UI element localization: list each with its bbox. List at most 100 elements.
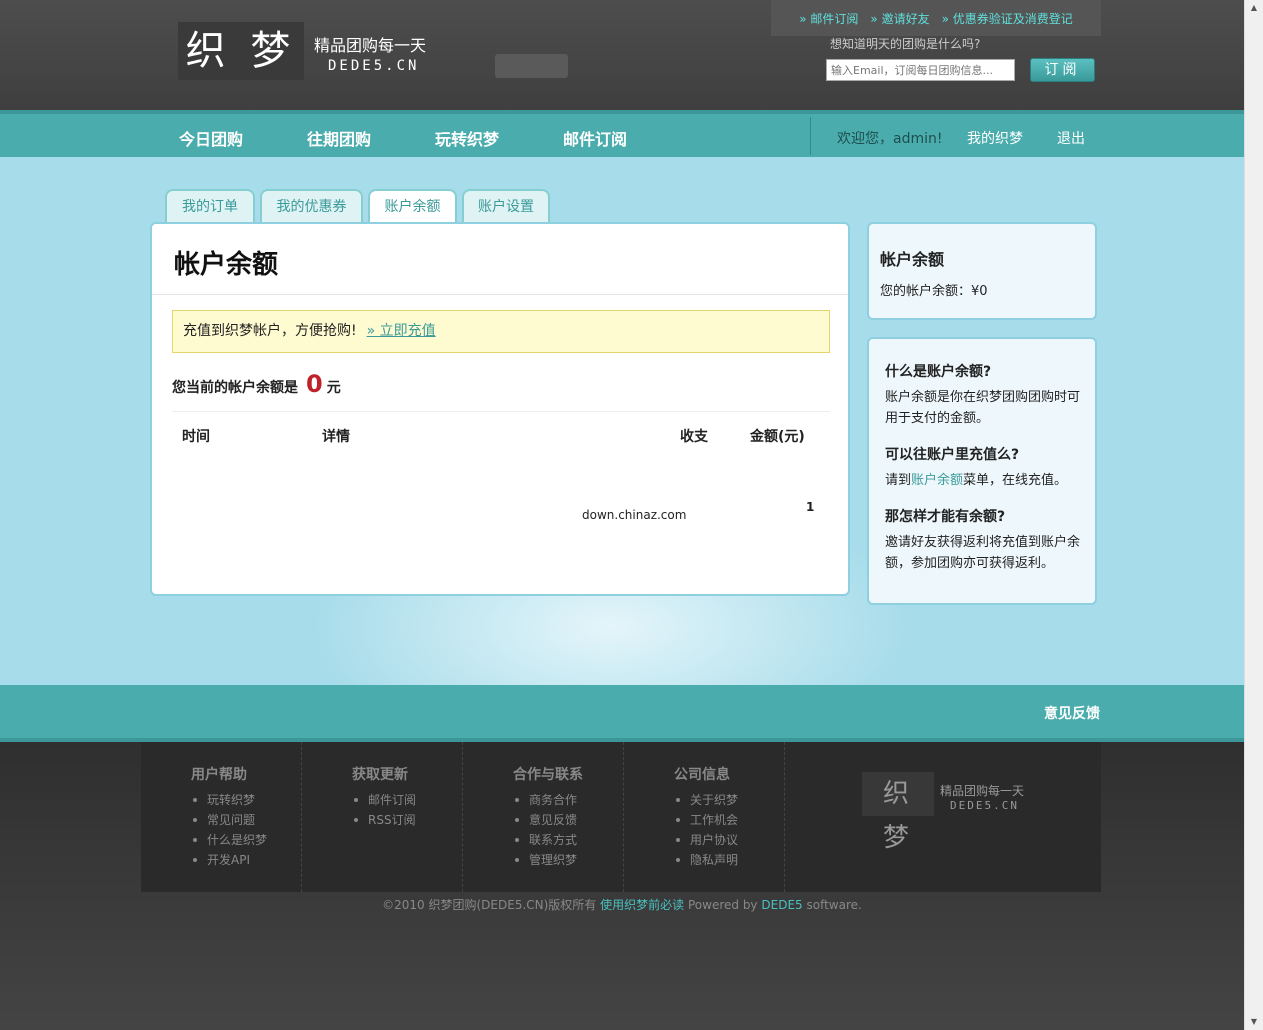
city-switcher[interactable] xyxy=(495,54,568,78)
site-footer: 用户帮助 玩转织梦 常见问题 什么是织梦 开发API 获取更新 邮件订阅 RSS… xyxy=(0,742,1244,1030)
tab-my-orders[interactable]: 我的订单 xyxy=(165,189,255,223)
current-balance: 您当前的帐户余额是 0 元 xyxy=(172,370,341,398)
pagination-page[interactable]: 1 xyxy=(806,500,814,514)
welcome-text: 欢迎您，admin! xyxy=(837,131,943,147)
must-read-link[interactable]: 使用织梦前必读 xyxy=(600,898,684,912)
nav-item-email-subscribe[interactable]: 邮件订阅 xyxy=(563,126,627,150)
site-header: 织 梦 精品团购每一天 DEDE5.CN » 邮件订阅 » 邀请好友 » 优惠券… xyxy=(0,0,1244,110)
footer-logo-mark: 织 梦 xyxy=(862,772,934,853)
tab-account-settings[interactable]: 账户设置 xyxy=(462,189,550,223)
nav-item-today-deals[interactable]: 今日团购 xyxy=(179,126,243,150)
column-header-income-expense: 收支 xyxy=(680,429,708,445)
footer-column-help: 用户帮助 玩转织梦 常见问题 什么是织梦 开发API xyxy=(141,742,302,892)
footer-column-title: 用户帮助 xyxy=(191,767,247,783)
footer-logo-domain: DEDE5.CN xyxy=(950,799,1019,812)
copyright-line: ©2010 织梦团购(DEDE5.CN)版权所有 使用织梦前必读 Powered… xyxy=(0,896,1244,913)
column-header-detail: 详情 xyxy=(322,429,350,445)
footer-link[interactable]: 常见问题 xyxy=(191,810,267,830)
vertical-scrollbar[interactable]: ▲ ▼ xyxy=(1244,0,1263,1030)
balance-panel: 帐户余额 充值到织梦帐户，方便抢购!» 立即充值 您当前的帐户余额是 0 元 时间 … xyxy=(150,222,850,596)
logo-slogan: 精品团购每一天 xyxy=(314,36,427,55)
subscribe-email-input[interactable] xyxy=(826,59,1015,81)
main-nav: 今日团购 往期团购 玩转织梦 邮件订阅 欢迎您，admin! 我的织梦 退出 xyxy=(0,110,1244,157)
faq-answer: 账户余额是你在织梦团购团购时可用于支付的金额。 xyxy=(885,387,1085,429)
top-links: » 邮件订阅 » 邀请好友 » 优惠券验证及消费登记 xyxy=(771,0,1101,36)
table-divider xyxy=(172,411,830,412)
footer-column-title: 获取更新 xyxy=(352,767,408,783)
scroll-up-arrow-icon[interactable]: ▲ xyxy=(1245,0,1263,16)
footer-link[interactable]: 工作机会 xyxy=(674,810,738,830)
table-cell-detail: down.chinaz.com xyxy=(582,508,687,522)
recharge-now-link[interactable]: » 立即充值 xyxy=(367,323,436,339)
nav-item-past-deals[interactable]: 往期团购 xyxy=(307,126,371,150)
footer-link[interactable]: 什么是织梦 xyxy=(191,830,267,850)
footer-link[interactable]: 关于织梦 xyxy=(674,790,738,810)
balance-unit: 元 xyxy=(326,380,341,396)
faq-question: 那怎样才能有余额? xyxy=(885,509,1006,525)
footer-link[interactable]: 用户协议 xyxy=(674,830,738,850)
powered-by-text: Powered by xyxy=(687,898,758,912)
footer-link[interactable]: 隐私声明 xyxy=(674,850,738,870)
footer-column-title: 合作与联系 xyxy=(513,767,583,783)
tab-account-balance[interactable]: 账户余额 xyxy=(368,189,457,225)
footer-link[interactable]: 管理织梦 xyxy=(513,850,577,870)
nav-item-guide[interactable]: 玩转织梦 xyxy=(435,126,499,150)
column-header-time: 时间 xyxy=(182,429,210,445)
footer-column-title: 公司信息 xyxy=(674,767,730,783)
footer-link[interactable]: 联系方式 xyxy=(513,830,577,850)
tab-my-coupons[interactable]: 我的优惠券 xyxy=(260,189,363,223)
faq-answer: 请到账户余额菜单，在线充值。 xyxy=(885,470,1085,491)
content-area: 我的订单 我的优惠券 账户余额 账户设置 帐户余额 充值到织梦帐户，方便抢购! »… xyxy=(0,157,1244,685)
title-divider xyxy=(152,294,848,295)
faq-question: 可以往账户里充值么? xyxy=(885,447,1020,463)
software-text: software. xyxy=(806,898,862,912)
feedback-link[interactable]: 意见反馈 xyxy=(1044,703,1100,723)
site-logo[interactable]: 织 梦 精品团购每一天 DEDE5.CN xyxy=(178,22,440,80)
powered-by-link[interactable]: DEDE5 xyxy=(761,898,802,912)
subscribe-question: 想知道明天的团购是什么吗? xyxy=(830,37,981,51)
sidebar-faq-box: 什么是账户余额? 账户余额是你在织梦团购团购时可用于支付的金额。 可以往账户里充… xyxy=(867,337,1097,605)
footer-logo-slogan: 精品团购每一天 xyxy=(940,784,1025,798)
top-link-invite-friends[interactable]: » 邀请好友 xyxy=(870,10,929,27)
sidebar-balance-box: 帐户余额 您的帐户余额：¥0 xyxy=(867,222,1097,320)
page: 织 梦 精品团购每一天 DEDE5.CN » 邮件订阅 » 邀请好友 » 优惠券… xyxy=(0,0,1244,1030)
faq-answer-text: 菜单，在线充值。 xyxy=(963,473,1068,488)
faq-answer-text: 邀请好友获得返利将充值到账户余额，参加团购亦可获得返利。 xyxy=(885,535,1081,571)
feedback-bar: 意见反馈 xyxy=(0,685,1244,742)
sidebar-balance-text: 您的帐户余额：¥0 xyxy=(880,284,988,299)
footer-logo: 织 梦 精品团购每一天 DEDE5.CN xyxy=(862,772,1028,853)
footer-columns: 用户帮助 玩转织梦 常见问题 什么是织梦 开发API 获取更新 邮件订阅 RSS… xyxy=(141,742,1101,892)
nav-divider xyxy=(810,117,811,155)
footer-column-updates: 获取更新 邮件订阅 RSS订阅 xyxy=(302,742,463,892)
footer-link[interactable]: 开发API xyxy=(191,850,267,870)
sidebar-balance-title: 帐户余额 xyxy=(880,250,945,269)
faq-item: 可以往账户里充值么? 请到账户余额菜单，在线充值。 xyxy=(885,444,1085,491)
footer-link[interactable]: 邮件订阅 xyxy=(352,790,416,810)
footer-link[interactable]: 意见反馈 xyxy=(513,810,577,830)
copyright-text: ©2010 织梦团购(DEDE5.CN)版权所有 xyxy=(382,898,597,912)
recharge-notice: 充值到织梦帐户，方便抢购! » 立即充值 xyxy=(172,310,830,353)
faq-answer: 邀请好友获得返利将充值到账户余额，参加团购亦可获得返利。 xyxy=(885,532,1085,574)
my-account-link[interactable]: 我的织梦 xyxy=(967,128,1023,148)
balance-label: 您当前的帐户余额是 xyxy=(172,380,298,396)
scroll-down-arrow-icon[interactable]: ▼ xyxy=(1245,1014,1263,1030)
page-title: 帐户余额 xyxy=(174,250,279,280)
faq-question: 什么是账户余额? xyxy=(885,364,992,380)
faq-answer-text: 账户余额是你在织梦团购团购时可用于支付的金额。 xyxy=(885,390,1081,426)
footer-link[interactable]: 商务合作 xyxy=(513,790,577,810)
faq-balance-link[interactable]: 账户余额 xyxy=(911,473,963,488)
column-header-amount: 金额(元) xyxy=(750,429,805,445)
logout-link[interactable]: 退出 xyxy=(1057,128,1085,148)
top-link-coupon-verify[interactable]: » 优惠券验证及消费登记 xyxy=(942,10,1073,27)
notice-text: 充值到织梦帐户，方便抢购! xyxy=(183,323,357,339)
subscribe-button[interactable]: 订阅 xyxy=(1030,58,1095,82)
footer-column-company: 公司信息 关于织梦 工作机会 用户协议 隐私声明 xyxy=(624,742,785,892)
top-link-email-subscribe[interactable]: » 邮件订阅 xyxy=(799,10,858,27)
footer-column-contact: 合作与联系 商务合作 意见反馈 联系方式 管理织梦 xyxy=(463,742,624,892)
footer-link[interactable]: 玩转织梦 xyxy=(191,790,267,810)
logo-domain: DEDE5.CN xyxy=(328,58,420,74)
footer-link[interactable]: RSS订阅 xyxy=(352,810,416,830)
faq-item: 那怎样才能有余额? 邀请好友获得返利将充值到账户余额，参加团购亦可获得返利。 xyxy=(885,506,1085,574)
faq-answer-text: 请到 xyxy=(885,473,912,488)
balance-value: 0 xyxy=(306,370,323,398)
